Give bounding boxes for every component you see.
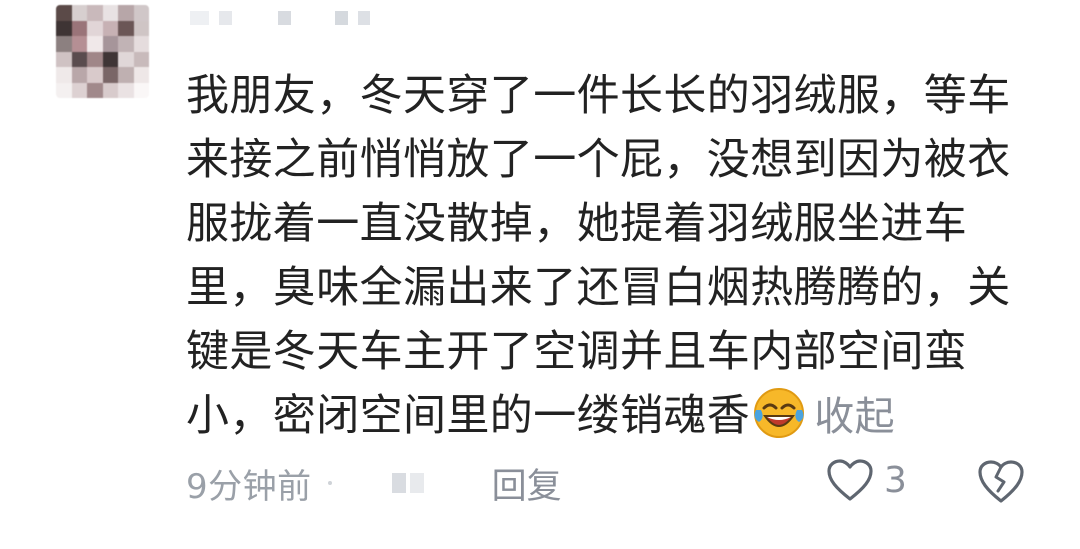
comment-time: 9分钟前 <box>186 466 312 507</box>
collapse-link[interactable]: 收起 <box>814 394 895 440</box>
like-count: 3 <box>884 459 907 501</box>
comment-text: 我朋友，冬天穿了一件长长的羽绒服，等车来接之前悄悄放了一个屁，没想到因为被衣服拢… <box>186 64 1046 449</box>
laughing-crying-emoji-icon <box>754 388 805 438</box>
location-blurred <box>391 473 424 493</box>
dislike-button[interactable] <box>976 458 1026 513</box>
avatar[interactable] <box>56 5 149 98</box>
heart-outline-icon <box>827 459 873 501</box>
separator-dot <box>327 481 332 485</box>
username-blurred[interactable] <box>190 6 371 30</box>
comment-footer: 9分钟前 回复 3 <box>186 458 1036 508</box>
comment-body: 我朋友，冬天穿了一件长长的羽绒服，等车来接之前悄悄放了一个屁，没想到因为被衣服拢… <box>186 71 1011 441</box>
broken-heart-icon <box>978 460 1024 503</box>
reply-button[interactable]: 回复 <box>492 458 562 509</box>
like-button[interactable]: 3 <box>826 458 907 502</box>
